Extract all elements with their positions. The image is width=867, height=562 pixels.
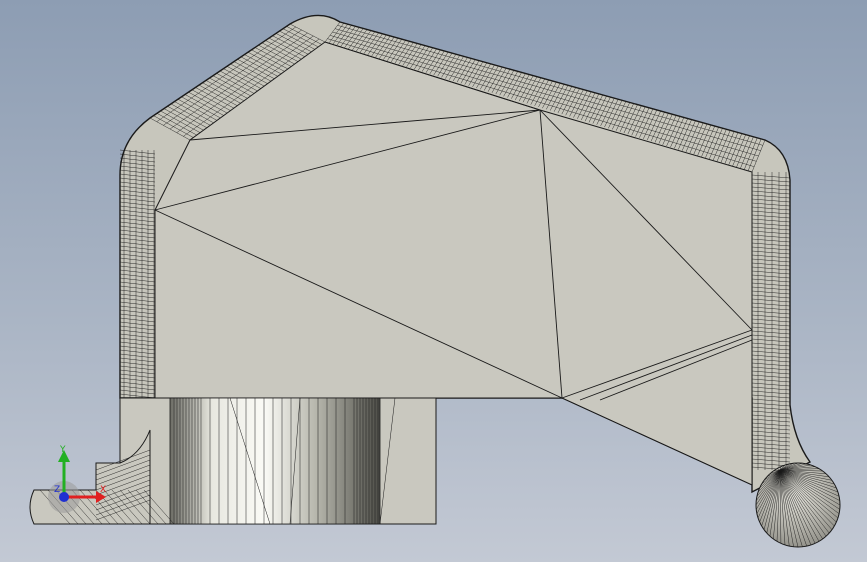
base-cylinder (169, 397, 381, 525)
triad-z-label: Z (54, 485, 60, 495)
model-knob (755, 462, 841, 548)
triad-y-label: Y (59, 445, 66, 455)
model-canvas[interactable]: Y X Z (0, 0, 867, 562)
model-base (29, 397, 437, 525)
3d-viewport[interactable]: Y X Z (0, 0, 867, 562)
triad-z-axis (59, 492, 69, 502)
triad-x-label: X (100, 485, 106, 495)
